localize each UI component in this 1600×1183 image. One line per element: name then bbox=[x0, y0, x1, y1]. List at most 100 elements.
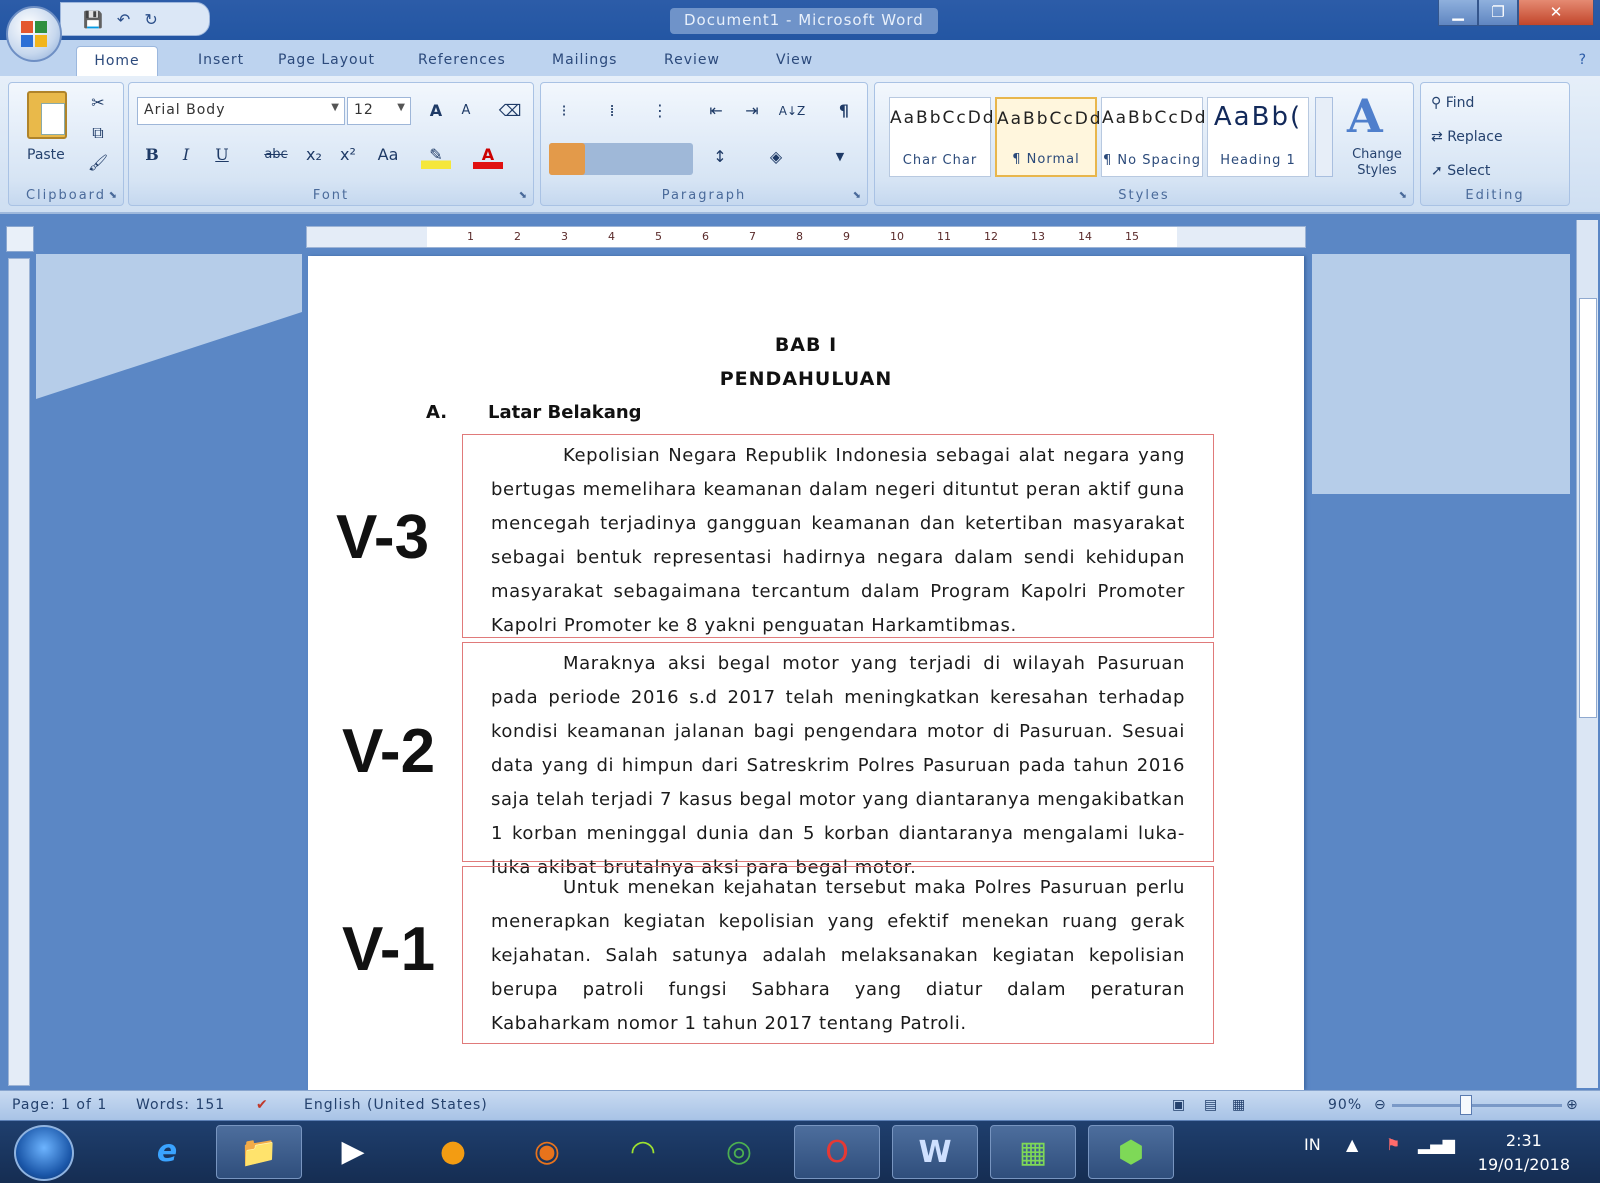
paragraph-text: Maraknya aksi begal motor yang terjadi d… bbox=[491, 653, 1185, 878]
internet-explorer-icon[interactable]: e bbox=[124, 1125, 210, 1179]
web-layout-icon[interactable]: ▦ bbox=[1232, 1097, 1246, 1113]
paste-button[interactable]: Paste bbox=[27, 147, 65, 163]
bullets-icon[interactable]: ⁝ bbox=[549, 97, 579, 125]
tab-view[interactable]: View bbox=[776, 52, 813, 68]
select-button[interactable]: ➚ Select bbox=[1431, 163, 1490, 179]
decrease-indent-icon[interactable]: ⇤ bbox=[701, 97, 731, 125]
zoom-in-icon[interactable]: ⊕ bbox=[1566, 1097, 1579, 1113]
paste-icon[interactable] bbox=[27, 91, 67, 139]
shading-icon[interactable]: ◈ bbox=[761, 143, 791, 171]
zoom-slider[interactable] bbox=[1392, 1104, 1562, 1107]
wifi-app-icon[interactable]: ◠ bbox=[600, 1125, 686, 1179]
numbering-icon[interactable]: ⁞ bbox=[597, 97, 627, 125]
word-count[interactable]: Words: 151 bbox=[136, 1097, 225, 1113]
change-styles-icon[interactable]: A bbox=[1347, 89, 1383, 143]
maximize-button[interactable]: ❐ bbox=[1478, 0, 1518, 26]
zoom-slider-knob[interactable] bbox=[1460, 1095, 1472, 1115]
system-clock[interactable]: 2:31 19/01/2018 bbox=[1478, 1129, 1570, 1177]
tab-home[interactable]: Home bbox=[76, 46, 158, 78]
undo-icon[interactable]: ↶ bbox=[117, 10, 130, 29]
tab-insert[interactable]: Insert bbox=[198, 52, 244, 68]
multilevel-list-icon[interactable]: ⋮ bbox=[645, 97, 675, 125]
styles-scrollbar[interactable] bbox=[1315, 97, 1333, 177]
line-spacing-icon[interactable]: ↕ bbox=[705, 143, 735, 171]
style-no-spacing[interactable]: AaBbCcDd ¶ No Spacing bbox=[1101, 97, 1206, 177]
save-icon[interactable]: 💾 bbox=[83, 10, 103, 29]
shrink-font-button[interactable]: A bbox=[451, 97, 481, 125]
italic-button[interactable]: I bbox=[171, 141, 201, 169]
vertical-scrollbar[interactable] bbox=[1576, 220, 1598, 1088]
bold-button[interactable]: B bbox=[137, 141, 167, 169]
close-button[interactable]: ✕ bbox=[1518, 0, 1594, 26]
format-painter-icon[interactable]: 🖌 bbox=[83, 149, 113, 177]
superscript-button[interactable]: x² bbox=[333, 141, 363, 169]
language-indicator[interactable]: English (United States) bbox=[304, 1097, 488, 1113]
replace-button[interactable]: ⇄ Replace bbox=[1431, 129, 1503, 145]
dialog-launcher-icon[interactable]: ⬊ bbox=[1399, 190, 1407, 201]
word-icon[interactable]: W bbox=[892, 1125, 978, 1179]
underline-button[interactable]: U bbox=[207, 141, 237, 169]
paragraph-box-v3[interactable]: Kepolisian Negara Republik Indonesia seb… bbox=[462, 434, 1214, 638]
zoom-out-icon[interactable]: ⊖ bbox=[1374, 1097, 1387, 1113]
style-char-char[interactable]: AaBbCcDd Char Char bbox=[889, 97, 994, 177]
find-button[interactable]: ⚲ Find bbox=[1431, 95, 1474, 111]
language-bar[interactable]: IN bbox=[1304, 1135, 1321, 1154]
page-count[interactable]: Page: 1 of 1 bbox=[12, 1097, 107, 1113]
document-page[interactable]: BAB I PENDAHULUAN A. Latar Belakang V-3 … bbox=[308, 256, 1304, 1090]
dialog-launcher-icon[interactable]: ⬊ bbox=[109, 190, 117, 201]
font-size-combo[interactable]: 12 ▼ bbox=[347, 97, 411, 125]
align-left-icon[interactable] bbox=[549, 143, 585, 175]
print-layout-icon[interactable]: ▣ bbox=[1172, 1097, 1186, 1113]
chrome-icon[interactable]: ◎ bbox=[696, 1125, 782, 1179]
proofing-icon[interactable]: ✔ bbox=[256, 1097, 269, 1113]
signal-icon[interactable]: ▂▄▆ bbox=[1418, 1135, 1455, 1154]
tab-references[interactable]: References bbox=[418, 52, 506, 68]
style-heading-1[interactable]: AaBb( Heading 1 bbox=[1207, 97, 1309, 177]
change-case-button[interactable]: Aa bbox=[373, 141, 403, 169]
copy-icon[interactable]: ⧉ bbox=[83, 119, 113, 147]
tab-page-layout[interactable]: Page Layout bbox=[278, 52, 375, 68]
paragraph-box-v1[interactable]: Untuk menekan kejahatan tersebut maka Po… bbox=[462, 866, 1214, 1044]
dialog-launcher-icon[interactable]: ⬊ bbox=[519, 190, 527, 201]
help-icon[interactable]: ? bbox=[1579, 52, 1586, 68]
paragraph-box-v2[interactable]: Maraknya aksi begal motor yang terjadi d… bbox=[462, 642, 1214, 878]
section-title: Latar Belakang bbox=[488, 402, 642, 423]
app-icon[interactable]: ● bbox=[410, 1125, 496, 1179]
clipboard-group: Paste ✂ ⧉ 🖌 Clipboard ⬊ bbox=[8, 82, 124, 206]
redo-icon[interactable]: ↻ bbox=[144, 10, 157, 29]
tab-mailings[interactable]: Mailings bbox=[552, 52, 617, 68]
font-color-icon[interactable]: A bbox=[473, 141, 503, 169]
tab-selector-icon[interactable] bbox=[6, 226, 34, 252]
increase-indent-icon[interactable]: ⇥ bbox=[737, 97, 767, 125]
opera-icon[interactable]: O bbox=[794, 1125, 880, 1179]
zoom-level[interactable]: 90% bbox=[1328, 1097, 1362, 1113]
office-button[interactable] bbox=[6, 6, 62, 62]
highlight-icon[interactable]: ✎ bbox=[421, 141, 451, 169]
subscript-button[interactable]: x₂ bbox=[299, 141, 329, 169]
show-hidden-icons-icon[interactable]: ▲ bbox=[1346, 1135, 1358, 1154]
start-button[interactable] bbox=[14, 1125, 74, 1181]
strikethrough-button[interactable]: abc bbox=[261, 141, 291, 169]
font-name-combo[interactable]: Arial Body ▼ bbox=[137, 97, 345, 125]
alignment-buttons[interactable] bbox=[549, 143, 693, 175]
dialog-launcher-icon[interactable]: ⬊ bbox=[853, 190, 861, 201]
show-formatting-button[interactable]: ¶ bbox=[829, 97, 859, 125]
change-styles-button[interactable]: Change Styles bbox=[1339, 147, 1415, 179]
cut-icon[interactable]: ✂ bbox=[83, 89, 113, 117]
borders-icon[interactable]: ▼ bbox=[825, 143, 855, 171]
tab-review[interactable]: Review bbox=[664, 52, 720, 68]
file-explorer-icon[interactable]: 📁 bbox=[216, 1125, 302, 1179]
style-normal[interactable]: AaBbCcDd ¶ Normal bbox=[995, 97, 1101, 177]
app-window-icon[interactable]: ⬢ bbox=[1088, 1125, 1174, 1179]
minimize-button[interactable]: ▁ bbox=[1438, 0, 1478, 26]
full-screen-icon[interactable]: ▤ bbox=[1204, 1097, 1218, 1113]
firefox-icon[interactable]: ◉ bbox=[504, 1125, 590, 1179]
scrollbar-thumb[interactable] bbox=[1579, 298, 1597, 718]
action-center-icon[interactable]: ⚑ bbox=[1386, 1135, 1400, 1154]
sort-button[interactable]: A↓Z bbox=[777, 97, 807, 125]
horizontal-ruler: 1 2 3 4 5 6 7 8 9 10 11 12 13 14 15 bbox=[306, 226, 1306, 248]
app-window-icon[interactable]: ▦ bbox=[990, 1125, 1076, 1179]
media-player-icon[interactable]: ▶ bbox=[310, 1125, 396, 1179]
grow-font-button[interactable]: A bbox=[421, 97, 451, 125]
clear-formatting-icon[interactable]: ⌫ bbox=[495, 97, 525, 125]
